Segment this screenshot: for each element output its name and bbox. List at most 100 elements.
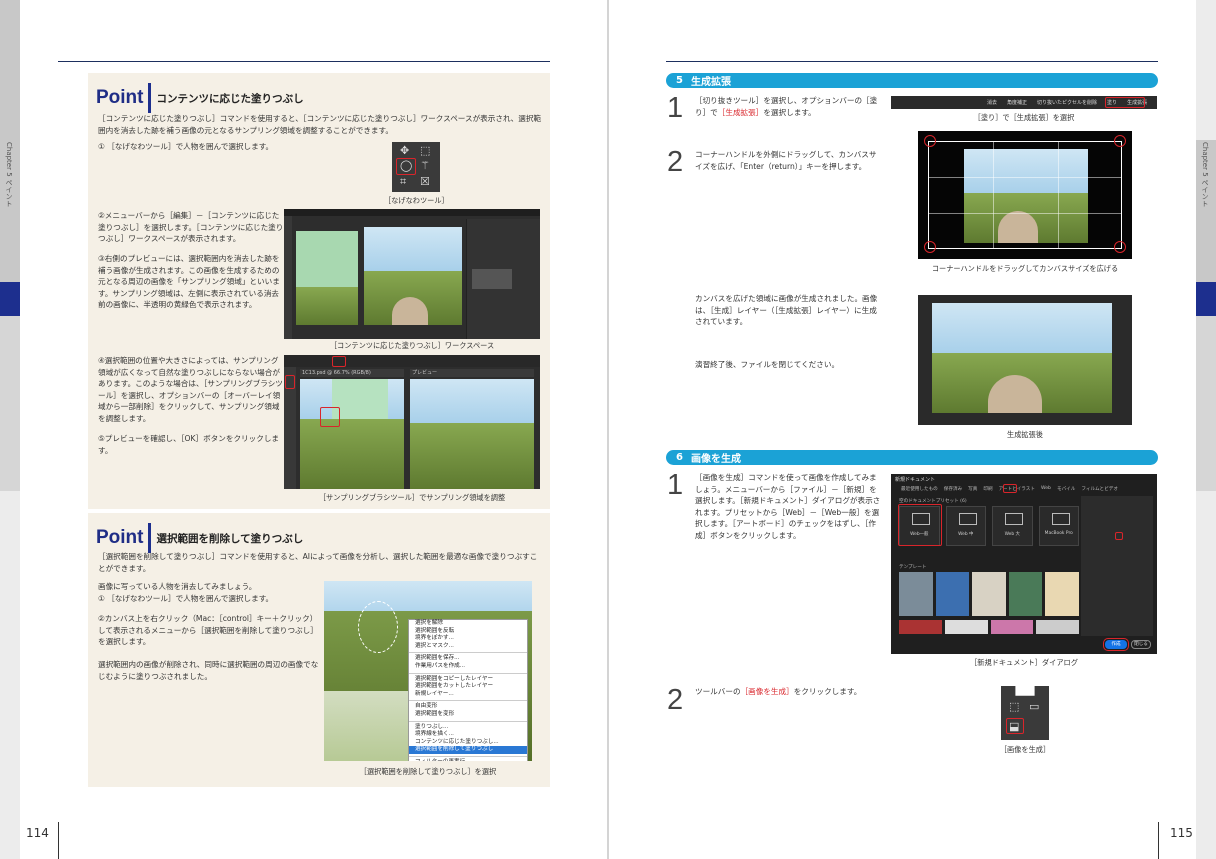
template-thumb[interactable] xyxy=(1036,620,1079,634)
context-menu-item[interactable]: 境界線を描く... xyxy=(409,731,527,739)
preset-details-panel xyxy=(1081,496,1153,636)
menu-separator xyxy=(409,755,527,757)
context-menu-item[interactable]: フィルターの再実行 xyxy=(409,759,527,761)
preset-card[interactable]: Web 大 xyxy=(992,506,1033,546)
corner-handle-bl[interactable] xyxy=(924,241,936,253)
section-heading-5: 5 生成拡張 xyxy=(666,73,1158,88)
step-ok: ⑤プレビューを確認し、［OK］ボタンをクリックします。 xyxy=(98,434,280,455)
frame-icon: ⬚ xyxy=(1009,700,1020,713)
dialog-tab[interactable]: 写真 xyxy=(968,486,977,492)
caption-options: ［塗り］で［生成拡張］を選択 xyxy=(973,113,1075,122)
context-menu-item[interactable]: 自由変形 xyxy=(409,703,527,711)
step-text: ツールバーの xyxy=(695,687,741,696)
close-button[interactable]: 閉じる xyxy=(1131,640,1151,649)
context-menu-item[interactable]: 選択範囲をカットしたレイヤー xyxy=(409,683,527,691)
source-image-ground xyxy=(296,287,358,325)
context-menu-item[interactable]: 新規レイヤー... xyxy=(409,691,527,699)
step-crop-tool: ［切り抜きツール］を選択し、オプションバーの［塗り］で［生成拡張］を選択します。 xyxy=(695,95,881,118)
template-thumb[interactable] xyxy=(935,572,970,616)
section-title: 生成拡張 xyxy=(690,77,731,88)
point2-step-lasso: ① ［なげなわツール］で人物を囲んで選択します。 xyxy=(98,594,274,603)
crop-handles-screenshot xyxy=(918,131,1132,259)
sampling-brush-highlight xyxy=(285,375,295,389)
options-bar-label[interactable]: 角度補正 xyxy=(1007,99,1027,106)
crop-options-bar: 消去 角度補正 切り抜いたピクセルを削除 塗り 生成拡張 xyxy=(891,96,1157,109)
context-menu-item[interactable]: 選択範囲を削除して塗りつぶし xyxy=(409,746,527,754)
web-general-highlight xyxy=(898,504,942,546)
context-menu-item[interactable]: 選択を解除 xyxy=(409,620,527,628)
point2-heading: Point 選択範囲を削除して塗りつぶし xyxy=(96,523,303,553)
result-sky xyxy=(932,303,1112,353)
preset-card[interactable]: Web 中 xyxy=(945,506,986,546)
screen-mode-icon: ▭ xyxy=(1029,700,1040,713)
dialog-tab[interactable]: モバイル xyxy=(1057,486,1075,492)
document-icon xyxy=(1051,513,1070,525)
header-rule xyxy=(58,61,550,62)
context-menu-item[interactable]: 選択範囲を保存... xyxy=(409,655,527,663)
right-page-edge: Chapter 5 ペイント xyxy=(1196,0,1216,859)
context-menu-item[interactable]: 作業用パスを作成... xyxy=(409,663,527,671)
caption-after: 生成拡張後 xyxy=(1007,430,1043,439)
caption-workspace: ［コンテンツに応じた塗りつぶし］ワークスペース xyxy=(329,341,495,350)
template-thumbnails-row2 xyxy=(899,620,1079,634)
corner-handle-tr[interactable] xyxy=(1114,135,1126,147)
corner-handle-br[interactable] xyxy=(1114,241,1126,253)
lasso-tool-screenshot: ✥ ⬚ ◯ ⚚ ⌗ ☒ xyxy=(392,142,440,192)
template-thumb[interactable] xyxy=(1045,572,1079,616)
page-number: 115 xyxy=(1170,826,1193,840)
caption-lasso: ［なげなわツール］ xyxy=(384,196,449,205)
template-thumb[interactable] xyxy=(899,572,933,616)
generated-body: カンバスを広げた領域に画像が生成されました。画像は、［生成］レイヤー（［生成拡張… xyxy=(695,294,878,327)
dialog-tab[interactable]: Web xyxy=(1041,486,1051,492)
selection-marquee xyxy=(358,601,398,653)
point-divider xyxy=(147,83,151,113)
menu-separator xyxy=(409,652,527,654)
close-file-note: 演習終了後、ファイルを閉じてください。 xyxy=(695,360,840,369)
dialog-title: 新規ドキュメント xyxy=(895,477,936,483)
file-tab: 1C13.psd @ 66.7% (RGB/8) xyxy=(300,369,404,377)
context-menu-item[interactable]: 選択とマスク... xyxy=(409,643,527,651)
sampling-brush-screenshot: 1C13.psd @ 66.7% (RGB/8) プレビュー xyxy=(284,355,540,489)
context-menu-item[interactable]: 境界をぼかす... xyxy=(409,635,527,643)
context-menu-item[interactable]: 選択範囲を変形 xyxy=(409,711,527,719)
context-menu[interactable]: 選択を解除 選択範囲を反転 境界をぼかす... 選択とマスク... 選択範囲を保存...… xyxy=(408,619,528,761)
toolbar-strip xyxy=(284,216,292,339)
point-intro: ［コンテンツに応じた塗りつぶし］コマンドを使用すると、［コンテンツに応じた塗りつ… xyxy=(98,114,542,135)
lasso-highlight xyxy=(396,158,416,175)
step-sampling-brush: ④選択範囲の位置や大きさによっては、サンプリング領域が広くなって自然な塗りつぶし… xyxy=(98,356,283,423)
preset-card[interactable]: MacBook Pro xyxy=(1038,506,1079,546)
move-icon: ✥ xyxy=(400,144,410,157)
preview-sky xyxy=(364,227,462,271)
marquee-icon: ⬚ xyxy=(420,144,431,157)
menu-separator xyxy=(409,700,527,702)
template-thumb[interactable] xyxy=(944,620,988,634)
dialog-tab[interactable]: 最近使用したもの xyxy=(901,486,938,492)
point2-body2: 選択範囲内の画像が削除され、同時に選択範囲の周辺の画像でなじむように塗りつぶされ… xyxy=(98,660,319,681)
dialog-tab[interactable]: 印刷 xyxy=(983,486,992,492)
white-flowers xyxy=(324,691,414,761)
options-bar-label[interactable]: 消去 xyxy=(987,99,997,106)
dialog-tab[interactable]: 保存済み xyxy=(944,486,962,492)
chapter-label: Chapter 5 ペイント xyxy=(1201,142,1209,207)
grid-line xyxy=(928,213,1122,214)
template-thumbnails xyxy=(899,572,1079,616)
dialog-tab[interactable]: フィルムとビデオ xyxy=(1081,486,1118,492)
toolbar-screenshot: ⬚ ▭ ⬓ xyxy=(1001,686,1049,740)
template-thumb[interactable] xyxy=(1008,572,1043,616)
template-thumb[interactable] xyxy=(990,620,1034,634)
caption-sampling-brush: ［サンプリングブラシツール］でサンプリング領域を調整 xyxy=(318,493,506,502)
options-bar-label[interactable]: 切り抜いたピクセルを削除 xyxy=(1037,99,1097,106)
generated-result-screenshot xyxy=(918,295,1132,425)
step-drag-handles: コーナーハンドルを外側にドラッグして、カンバスサイズを広げ、「Enter（ret… xyxy=(695,150,877,171)
brush-preview-sky xyxy=(410,379,534,423)
document-icon xyxy=(1005,513,1023,525)
template-thumb[interactable] xyxy=(972,572,1006,616)
step-generate-image: ツールバーの［画像を生成］をクリックします。 xyxy=(695,686,881,698)
corner-handle-tl[interactable] xyxy=(924,135,936,147)
grid-line xyxy=(993,141,994,249)
crop-icon: ⌗ xyxy=(400,175,407,188)
context-menu-item[interactable]: 塗りつぶし... xyxy=(409,724,527,732)
template-thumb[interactable] xyxy=(899,620,942,634)
section-number: 5 xyxy=(676,75,683,86)
artboard-checkbox-highlight[interactable] xyxy=(1115,532,1123,540)
